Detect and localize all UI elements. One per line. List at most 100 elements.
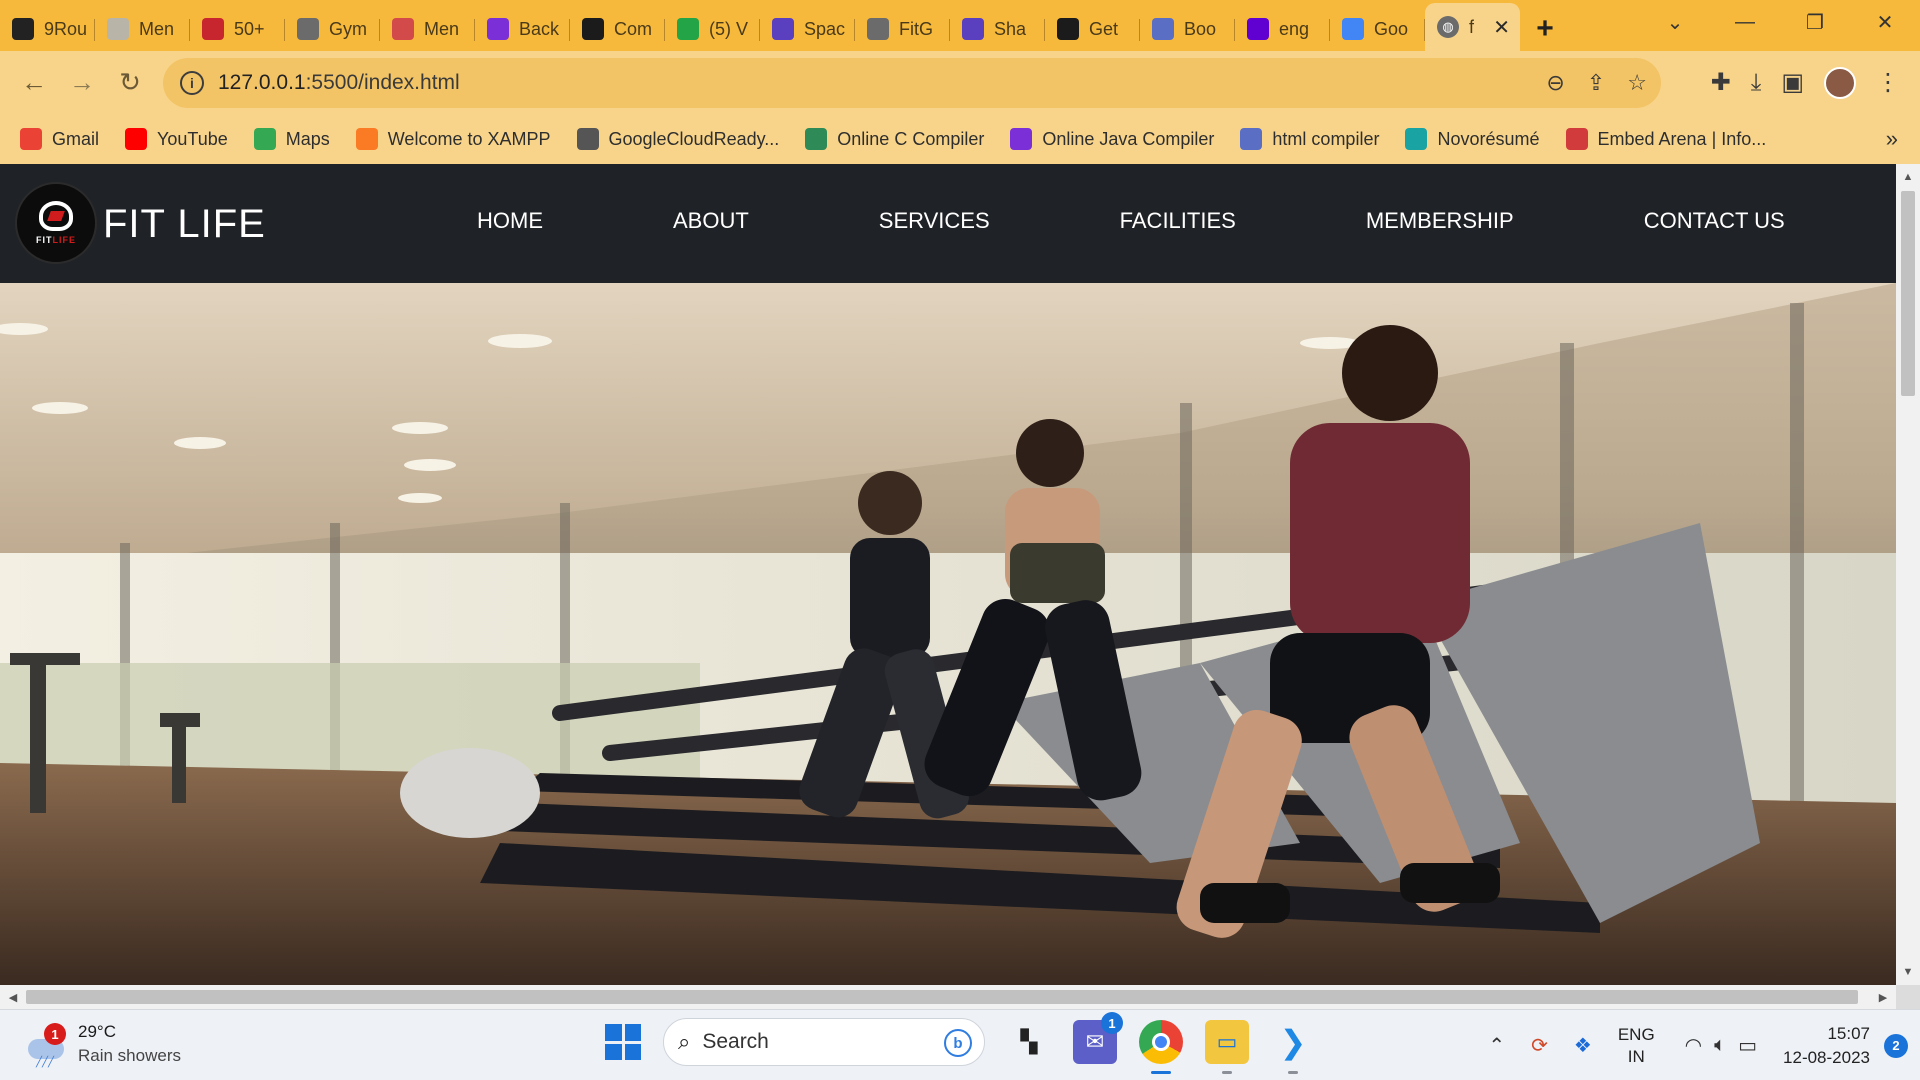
weather-temp: 29°C xyxy=(78,1022,116,1041)
tab-search-icon[interactable]: ⌄ xyxy=(1640,0,1710,44)
chevron-up-icon[interactable]: ⌃ xyxy=(1488,1033,1505,1058)
tab-icon-b xyxy=(772,18,794,40)
tab-1[interactable]: Men xyxy=(95,7,190,51)
download-icon[interactable]: ⤓ xyxy=(1751,69,1762,97)
horizontal-scrollbar[interactable]: ◀ ▶ xyxy=(0,985,1896,1009)
tab-3[interactable]: Gym xyxy=(285,7,380,51)
address-bar[interactable]: i 127.0.0.1:5500/index.html ⊖ ⇪ ☆ xyxy=(163,58,1661,108)
bookmark-2[interactable]: Maps xyxy=(253,128,330,150)
nav-contact-us[interactable]: CONTACT US xyxy=(1644,208,1785,234)
tab-5[interactable]: Back xyxy=(475,7,570,51)
bookmark-3[interactable]: Welcome to XAMPP xyxy=(355,128,551,150)
weather-widget[interactable]: ╱╱╱ 1 29°C Rain showers xyxy=(28,1020,181,1068)
scroll-corner xyxy=(1896,985,1920,1009)
tab-title: Men xyxy=(139,18,175,39)
bing-icon[interactable]: b xyxy=(944,1029,972,1057)
bookmark-label: GoogleCloudReady... xyxy=(608,128,780,149)
tab-10[interactable]: Sha xyxy=(950,7,1045,51)
site-info-icon[interactable]: i xyxy=(180,71,204,95)
url-text[interactable]: 127.0.0.1:5500/index.html xyxy=(218,71,460,95)
bookmark-star-icon[interactable]: ☆ xyxy=(1627,70,1647,96)
minimize-icon[interactable]: — xyxy=(1710,0,1780,44)
xampp-icon xyxy=(355,128,378,150)
tab-title: Men xyxy=(424,18,460,39)
restore-icon[interactable]: ❐ xyxy=(1780,0,1850,44)
volume-icon[interactable]: 🔈︎ xyxy=(1714,1034,1726,1057)
bookmark-label: Novorésumé xyxy=(1437,128,1540,149)
wifi-icon[interactable]: ◠ xyxy=(1685,1033,1702,1058)
vertical-scroll-thumb[interactable] xyxy=(1901,191,1915,396)
vscode-icon[interactable]: ❯ xyxy=(1271,1020,1315,1074)
toolbar-right: ✚ ⤓ ▣ ⋮ xyxy=(1711,51,1920,114)
bookmark-6[interactable]: Online Java Compiler xyxy=(1010,128,1214,150)
tab-2[interactable]: 50+ xyxy=(190,7,285,51)
bookmark-1[interactable]: YouTube xyxy=(125,128,228,150)
clock[interactable]: 15:07 12-08-2023 xyxy=(1783,1022,1870,1070)
region-code: IN xyxy=(1627,1046,1645,1066)
language-indicator[interactable]: ENG IN xyxy=(1618,1024,1655,1068)
nav-home[interactable]: HOME xyxy=(477,208,543,234)
side-panel-icon[interactable]: ▣ xyxy=(1781,68,1804,97)
scroll-up-icon[interactable]: ▲ xyxy=(1896,166,1920,188)
extensions-icon[interactable]: ✚ xyxy=(1711,68,1731,97)
new-tab-button[interactable]: + xyxy=(1520,7,1570,51)
sync-icon[interactable]: ⟳ xyxy=(1531,1033,1548,1058)
share-icon[interactable]: ⇪ xyxy=(1587,70,1605,96)
reload-icon[interactable]: ↻ xyxy=(106,59,154,107)
notification-badge[interactable]: 2 xyxy=(1884,1033,1908,1058)
fitlife-logo[interactable]: FITLIFE xyxy=(15,182,97,264)
tab-9[interactable]: FitG xyxy=(855,7,950,51)
bookmark-7[interactable]: html compiler xyxy=(1240,128,1379,150)
tab-7[interactable]: (5) V xyxy=(665,7,760,51)
bookmark-5[interactable]: Online C Compiler xyxy=(805,128,984,150)
dropbox-icon[interactable]: ❖ xyxy=(1574,1033,1592,1058)
back-arrow-icon[interactable]: ← xyxy=(10,59,58,107)
menu-kebab-icon[interactable]: ⋮ xyxy=(1876,68,1900,97)
profile-avatar[interactable] xyxy=(1824,66,1856,99)
tab-12[interactable]: Boo xyxy=(1140,7,1235,51)
bookmark-list: Gmail YouTube Maps Welcome to XAMPP GoogleCl… xyxy=(20,128,1766,150)
tab-11[interactable]: Get xyxy=(1045,7,1140,51)
tab-13[interactable]: eng xyxy=(1235,7,1330,51)
tab-8[interactable]: Spac xyxy=(760,7,855,51)
task-view-icon[interactable]: ▚ xyxy=(1007,1020,1051,1064)
tab-icon-men xyxy=(107,18,129,40)
taskbar-search[interactable]: ⌕ Search b xyxy=(663,1018,985,1066)
tab-4[interactable]: Men xyxy=(380,7,475,51)
bookmark-0[interactable]: Gmail xyxy=(20,128,99,150)
page-viewport: FITLIFE FIT LIFE HOME ABOUT SERVICES FAC… xyxy=(0,164,1896,985)
tab-title: Spac xyxy=(804,18,846,39)
tab-icon-whatsapp xyxy=(677,18,699,40)
file-explorer-icon[interactable]: ▭ xyxy=(1205,1020,1249,1074)
tab-14[interactable]: Goo xyxy=(1330,7,1425,51)
horizontal-scroll-thumb[interactable] xyxy=(26,990,1858,1004)
tab-title: f xyxy=(1469,16,1475,37)
scroll-right-icon[interactable]: ▶ xyxy=(1872,985,1894,1009)
nav-services[interactable]: SERVICES xyxy=(879,208,990,234)
battery-icon[interactable]: ▭ xyxy=(1738,1033,1757,1058)
brand-name[interactable]: FIT LIFE xyxy=(103,202,266,247)
tab-title: Com xyxy=(614,18,653,39)
close-window-icon[interactable]: ✕ xyxy=(1850,0,1920,44)
search-icon: ⌕ xyxy=(678,1029,691,1054)
scroll-left-icon[interactable]: ◀ xyxy=(2,985,24,1009)
zoom-icon[interactable]: ⊖ xyxy=(1546,70,1564,96)
bookmark-9[interactable]: Embed Arena | Info... xyxy=(1565,128,1766,150)
teams-chat-icon[interactable]: ✉ 1 xyxy=(1073,1012,1123,1064)
nav-membership[interactable]: MEMBERSHIP xyxy=(1366,208,1514,234)
nav-facilities[interactable]: FACILITIES xyxy=(1120,208,1236,234)
chrome-icon[interactable] xyxy=(1139,1020,1183,1074)
bookmark-8[interactable]: Novorésumé xyxy=(1405,128,1540,150)
start-windows-icon[interactable] xyxy=(605,1024,641,1060)
vertical-scrollbar[interactable]: ▲ ▼ xyxy=(1896,164,1920,985)
tab-list: 9Rou Men 50+ Gym Men Back Com (5) V Spac FitG Sha G… xyxy=(0,0,1425,51)
nav-about[interactable]: ABOUT xyxy=(673,208,749,234)
forward-arrow-icon[interactable]: → xyxy=(58,59,106,107)
tab-active[interactable]: ◍ f ✕ xyxy=(1425,3,1520,51)
close-tab-icon[interactable]: ✕ xyxy=(1493,15,1510,40)
bookmark-4[interactable]: GoogleCloudReady... xyxy=(576,128,780,150)
scroll-down-icon[interactable]: ▼ xyxy=(1896,961,1920,983)
tab-0[interactable]: 9Rou xyxy=(0,7,95,51)
more-bookmarks-icon[interactable]: » xyxy=(1886,114,1898,164)
tab-6[interactable]: Com xyxy=(570,7,665,51)
